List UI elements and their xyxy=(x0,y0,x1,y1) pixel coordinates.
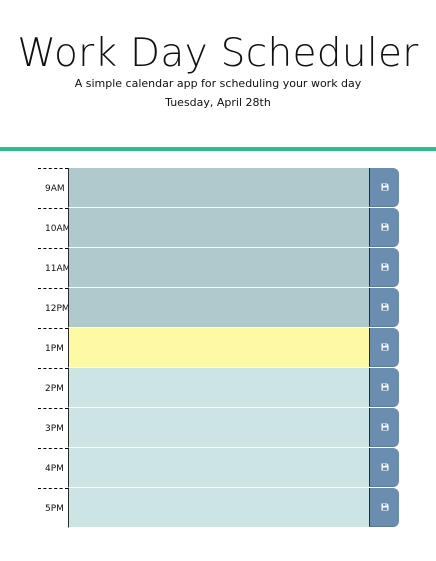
time-block-row: 5PM xyxy=(38,488,399,528)
header-divider xyxy=(0,147,436,151)
hour-label-text: 10AM xyxy=(45,224,71,234)
save-button[interactable] xyxy=(369,288,399,327)
hour-label: 10AM xyxy=(38,208,71,248)
header: Work Day Scheduler A simple calendar app… xyxy=(0,0,436,146)
save-button[interactable] xyxy=(369,448,399,487)
event-textarea[interactable] xyxy=(68,328,369,368)
hour-label: 11AM xyxy=(38,248,71,288)
hour-label-text: 4PM xyxy=(45,464,64,474)
hour-label-text: 1PM xyxy=(45,344,64,354)
hour-label-text: 9AM xyxy=(45,184,65,194)
floppy-disk-icon xyxy=(381,263,389,271)
floppy-disk-icon xyxy=(381,423,389,431)
save-button[interactable] xyxy=(369,168,399,207)
page-subtitle: A simple calendar app for scheduling you… xyxy=(74,77,362,90)
hour-label-text: 2PM xyxy=(45,384,64,394)
current-day: Tuesday, April 28th xyxy=(165,96,271,109)
save-button[interactable] xyxy=(369,408,399,447)
floppy-disk-icon xyxy=(381,303,389,311)
hour-label: 12PM xyxy=(38,288,70,328)
save-button[interactable] xyxy=(369,248,399,287)
time-block-row: 11AM xyxy=(38,248,399,288)
time-block-row: 4PM xyxy=(38,448,399,488)
hour-label: 3PM xyxy=(38,408,68,448)
hour-label-text: 5PM xyxy=(45,504,64,514)
event-textarea[interactable] xyxy=(68,488,369,528)
save-button[interactable] xyxy=(369,488,399,527)
floppy-disk-icon xyxy=(381,383,389,391)
event-textarea[interactable] xyxy=(68,288,369,328)
save-button[interactable] xyxy=(369,368,399,407)
hour-label: 2PM xyxy=(38,368,68,408)
hour-label: 4PM xyxy=(38,448,68,488)
time-block-row: 9AM xyxy=(38,168,399,208)
time-block-row: 1PM xyxy=(38,328,399,368)
time-block-row: 10AM xyxy=(38,208,399,248)
event-textarea[interactable] xyxy=(68,368,369,408)
event-textarea[interactable] xyxy=(68,408,369,448)
event-textarea[interactable] xyxy=(68,208,369,248)
time-block-row: 12PM xyxy=(38,288,399,328)
floppy-disk-icon xyxy=(381,183,389,191)
event-textarea[interactable] xyxy=(68,448,369,488)
floppy-disk-icon xyxy=(381,223,389,231)
hour-label-text: 12PM xyxy=(45,304,70,314)
save-button[interactable] xyxy=(369,328,399,367)
time-block-list: 9AM 10AM 11AM 12PM 1PM 2PM 3PM 4PM 5PM xyxy=(38,168,399,528)
page-title: Work Day Scheduler xyxy=(17,31,419,76)
floppy-disk-icon xyxy=(381,463,389,471)
save-button[interactable] xyxy=(369,208,399,247)
hour-label: 1PM xyxy=(38,328,68,368)
hour-label-text: 3PM xyxy=(45,424,64,434)
hour-label-text: 11AM xyxy=(45,264,71,274)
time-block-row: 2PM xyxy=(38,368,399,408)
floppy-disk-icon xyxy=(381,503,389,511)
event-textarea[interactable] xyxy=(68,248,369,288)
floppy-disk-icon xyxy=(381,343,389,351)
event-textarea[interactable] xyxy=(68,168,369,208)
time-block-row: 3PM xyxy=(38,408,399,448)
hour-label: 9AM xyxy=(38,168,68,208)
hour-label: 5PM xyxy=(38,488,68,528)
